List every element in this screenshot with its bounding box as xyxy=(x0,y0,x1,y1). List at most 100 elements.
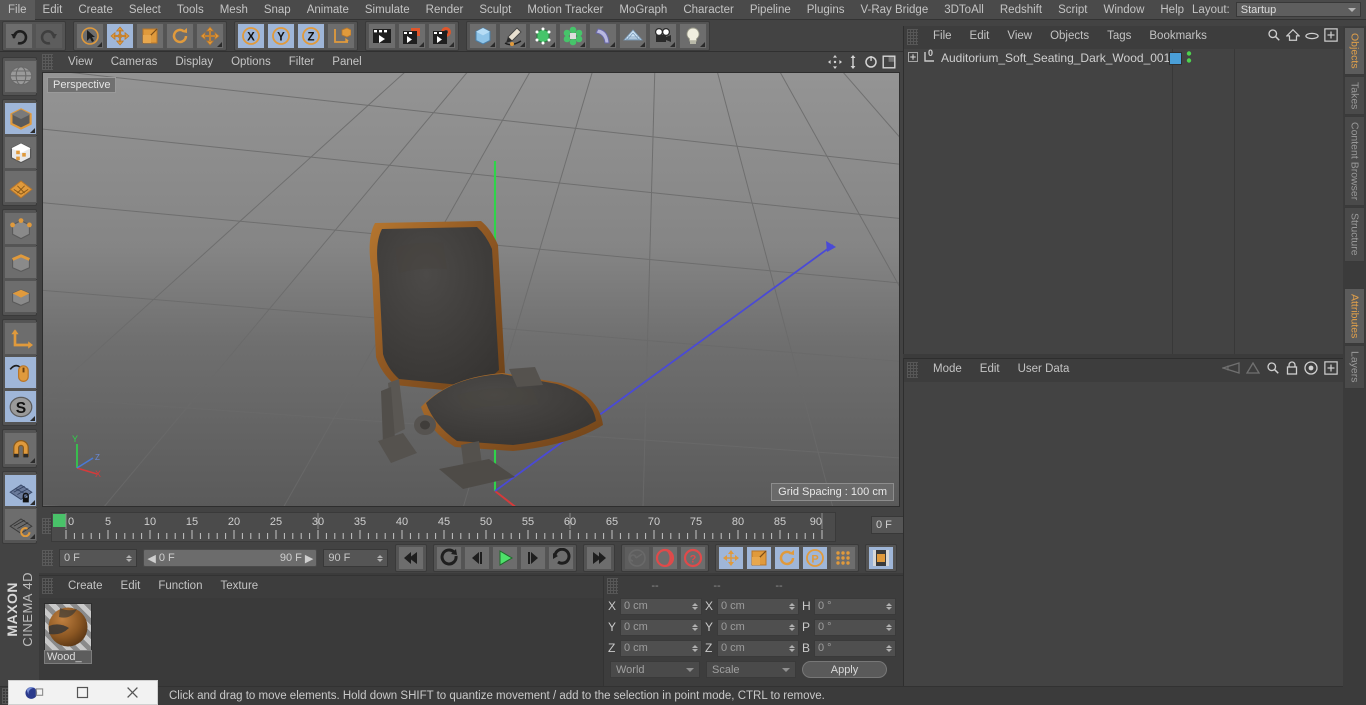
stepper-icon[interactable] xyxy=(789,602,795,610)
viewport-solo-icon[interactable] xyxy=(4,356,37,389)
floor-scene-icon[interactable] xyxy=(619,22,647,49)
menu-item-plugins[interactable]: Plugins xyxy=(799,0,853,20)
object-menu-edit[interactable]: Edit xyxy=(961,26,999,47)
current-frame-field[interactable]: 0 F xyxy=(59,549,138,567)
attributes-body[interactable] xyxy=(904,382,1343,705)
polygon-mode-icon[interactable] xyxy=(4,170,37,203)
visibility-dots-icon[interactable] xyxy=(1186,50,1192,67)
coordinate-system-dropdown[interactable]: World xyxy=(610,661,700,678)
attributes-menu-mode[interactable]: Mode xyxy=(924,359,971,380)
layout-select[interactable]: Startup xyxy=(1235,2,1361,17)
stepper-icon[interactable] xyxy=(886,644,892,652)
menu-item-mesh[interactable]: Mesh xyxy=(212,0,256,20)
timeline-toggle-icon[interactable] xyxy=(868,546,894,570)
model-mode-icon[interactable] xyxy=(4,102,37,135)
add-layer-icon[interactable] xyxy=(1324,28,1338,45)
next-keyframe-icon[interactable] xyxy=(548,546,574,570)
rotate-tool-icon[interactable] xyxy=(166,22,194,49)
rotation-field-2[interactable]: 0 ° xyxy=(814,639,896,657)
dock-tab-attributes[interactable]: Attributes xyxy=(1344,287,1365,345)
key-scale-icon[interactable] xyxy=(746,546,772,570)
material-tag-icon[interactable] xyxy=(1169,51,1182,65)
stepper-icon[interactable] xyxy=(126,554,133,562)
apply-button[interactable]: Apply xyxy=(802,661,887,678)
range-left-arrow-icon[interactable]: ◀ xyxy=(147,552,155,565)
position-field-1[interactable]: 0 cm xyxy=(620,618,702,636)
timeline-ruler[interactable]: 0 5 10 15 20 25 30 35 40 45 50 55 60 65 70 75 80 85 90 xyxy=(51,512,836,542)
menu-item-edit[interactable]: Edit xyxy=(35,0,71,20)
generator-nurbs-icon[interactable] xyxy=(529,22,557,49)
menu-item-sculpt[interactable]: Sculpt xyxy=(471,0,519,20)
search-icon[interactable] xyxy=(1266,361,1280,378)
zoom-viewport-icon[interactable] xyxy=(845,54,861,70)
cinema4d-app-icon[interactable] xyxy=(9,680,58,705)
minimize-window-icon[interactable] xyxy=(58,680,107,705)
stepper-icon[interactable] xyxy=(692,623,698,631)
scale-tool-icon[interactable] xyxy=(136,22,164,49)
stepper-icon[interactable] xyxy=(692,644,698,652)
maximize-viewport-icon[interactable] xyxy=(881,54,897,70)
step-back-icon[interactable] xyxy=(464,546,490,570)
undo-icon[interactable] xyxy=(5,22,33,49)
ellipse-icon[interactable] xyxy=(1305,30,1319,44)
end-frame-field[interactable]: 90 F xyxy=(323,549,388,567)
menu-item-snap[interactable]: Snap xyxy=(256,0,299,20)
menu-item-create[interactable]: Create xyxy=(70,0,121,20)
material-item[interactable]: Wood_ xyxy=(44,603,92,664)
object-row[interactable]: 0 Auditorium_Soft_Seating_Dark_Wood_001 xyxy=(904,48,1343,67)
forward-history-icon[interactable] xyxy=(1245,361,1261,377)
cube-primitive-icon[interactable] xyxy=(469,22,497,49)
viewport-menu-filter[interactable]: Filter xyxy=(280,52,324,72)
world-coordinate-icon[interactable] xyxy=(327,22,355,49)
axis-x-icon[interactable]: X xyxy=(237,22,265,49)
object-menu-file[interactable]: File xyxy=(924,26,961,47)
object-menu-tags[interactable]: Tags xyxy=(1098,26,1140,47)
axis-z-icon[interactable]: Z xyxy=(297,22,325,49)
coordinate-mode-dropdown[interactable]: Scale xyxy=(706,661,796,678)
rotate-viewport-icon[interactable] xyxy=(863,54,879,70)
expand-collapse-icon[interactable] xyxy=(907,51,919,66)
preview-range-bar[interactable]: ◀ 0 F 90 F ▶ xyxy=(143,549,318,567)
go-to-end-icon[interactable] xyxy=(586,546,612,570)
panel-grip-icon[interactable] xyxy=(42,578,53,594)
menu-item-motion-tracker[interactable]: Motion Tracker xyxy=(519,0,611,20)
workplane-rotate-icon[interactable] xyxy=(4,508,37,541)
menu-item-select[interactable]: Select xyxy=(121,0,169,20)
size-field-0[interactable]: 0 cm xyxy=(717,597,799,615)
render-view-icon[interactable] xyxy=(368,22,396,49)
object-tree[interactable]: 0 Auditorium_Soft_Seating_Dark_Wood_001 xyxy=(904,48,1343,354)
magnet-icon[interactable] xyxy=(4,432,37,465)
key-parameter-icon[interactable]: P xyxy=(802,546,828,570)
close-window-icon[interactable] xyxy=(108,680,157,705)
render-settings-icon[interactable] xyxy=(428,22,456,49)
enable-snap-icon[interactable]: S xyxy=(4,390,37,423)
menu-item-animate[interactable]: Animate xyxy=(299,0,357,20)
attributes-menu-user-data[interactable]: User Data xyxy=(1009,359,1079,380)
material-list[interactable]: Wood_ xyxy=(39,598,603,687)
viewport-menu-panel[interactable]: Panel xyxy=(323,52,370,72)
panel-grip-icon[interactable] xyxy=(907,361,918,378)
object-menu-view[interactable]: View xyxy=(998,26,1041,47)
dock-tab-takes[interactable]: Takes xyxy=(1344,75,1365,116)
menu-item-3dtoall[interactable]: 3DToAll xyxy=(936,0,992,20)
menu-item-simulate[interactable]: Simulate xyxy=(357,0,418,20)
panel-grip-icon[interactable] xyxy=(907,28,918,45)
lock-icon[interactable] xyxy=(1286,361,1298,378)
render-to-picture-viewer-icon[interactable] xyxy=(398,22,426,49)
menu-item-help[interactable]: Help xyxy=(1152,0,1192,20)
menu-item-window[interactable]: Window xyxy=(1095,0,1152,20)
add-tab-icon[interactable] xyxy=(1324,361,1338,378)
spline-pen-icon[interactable] xyxy=(499,22,527,49)
previous-keyframe-icon[interactable] xyxy=(436,546,462,570)
point-mode-icon[interactable] xyxy=(4,212,37,245)
stepper-icon[interactable] xyxy=(789,644,795,652)
dock-tab-objects[interactable]: Objects xyxy=(1344,27,1365,75)
range-right-arrow-icon[interactable]: ▶ xyxy=(305,552,313,565)
axis-y-icon[interactable]: Y xyxy=(267,22,295,49)
pan-viewport-icon[interactable] xyxy=(827,54,843,70)
stepper-icon[interactable] xyxy=(377,554,383,562)
object-axis-icon[interactable] xyxy=(4,322,37,355)
key-rotation-icon[interactable] xyxy=(774,546,800,570)
stepper-icon[interactable] xyxy=(886,602,892,610)
viewport-menu-options[interactable]: Options xyxy=(222,52,280,72)
